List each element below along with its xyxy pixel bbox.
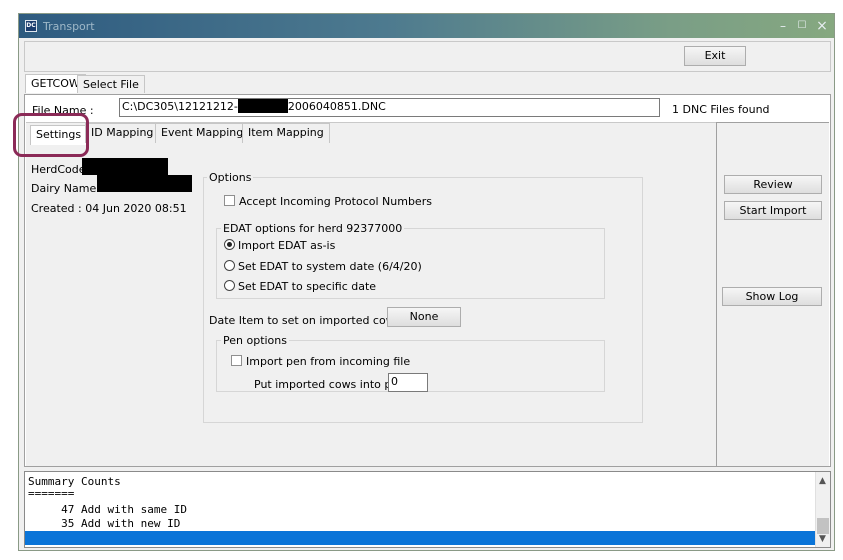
date-item-none-button[interactable]: None [387,307,461,327]
transport-window: DC Transport – ☐ × Exit GETCOW Select Fi… [18,13,835,551]
summary-line: 47 Add with same ID [28,503,187,516]
file-path-prefix: C:\DC305\12121212- [122,100,238,113]
dairy-name-label: Dairy Name : [31,182,104,195]
pen-options-group: Pen options Import pen from incoming fil… [216,334,605,392]
options-legend: Options [207,171,254,184]
pen-number-input[interactable]: 0 [388,373,428,392]
settings-tab-callout [13,113,89,157]
put-into-pen-label: Put imported cows into pen [254,378,406,391]
file-path-suffix: 2006040851.DNC [287,100,386,113]
close-icon[interactable]: × [814,18,830,34]
herdcode-redacted [82,158,168,175]
accept-protocol-label: Accept Incoming Protocol Numbers [239,195,432,208]
files-found-status: 1 DNC Files found [672,103,770,116]
summary-scrollbar[interactable]: ▲ ▼ [815,472,830,547]
minimize-icon[interactable]: – [775,18,791,34]
title-bar[interactable]: DC Transport – ☐ × [19,14,834,38]
edat-system-date-radio[interactable] [224,260,235,271]
created-timestamp: Created : 04 Jun 2020 08:51 [31,202,187,215]
file-name-field[interactable]: C:\DC305\12121212- 2006040851.DNC [119,98,660,117]
edat-legend: EDAT options for herd 92377000 [221,222,405,235]
summary-line: 35 Add with new ID [28,517,181,530]
dairy-name-redacted [97,175,192,192]
scroll-down-icon[interactable]: ▼ [819,534,826,544]
show-log-button[interactable]: Show Log [722,287,822,306]
review-button[interactable]: Review [724,175,822,194]
herdcode-label: HerdCode [31,163,86,176]
tab-event-mapping[interactable]: Event Mapping [155,123,250,143]
settings-area: Settings ID Mapping Event Mapping Item M… [26,122,716,466]
tab-id-mapping[interactable]: ID Mapping [85,123,160,143]
start-import-button[interactable]: Start Import [724,201,822,220]
scroll-thumb[interactable] [817,518,829,534]
edat-as-is-radio[interactable] [224,239,235,250]
exit-button[interactable]: Exit [684,46,746,66]
app-icon: DC [25,20,37,32]
toolbar-panel: Exit [24,41,831,72]
tab-select-file[interactable]: Select File [77,75,145,93]
accept-protocol-checkbox[interactable] [224,195,235,206]
date-item-label: Date Item to set on imported cows [209,314,401,327]
selected-log-row[interactable] [25,531,815,545]
scroll-up-icon[interactable]: ▲ [819,476,826,486]
options-group: Options Accept Incoming Protocol Numbers… [203,171,643,423]
import-pen-checkbox[interactable] [231,355,242,366]
pen-options-legend: Pen options [221,334,289,347]
summary-line: ======= [28,487,75,500]
edat-as-is-label: Import EDAT as-is [238,239,336,252]
maximize-icon[interactable]: ☐ [794,18,810,34]
import-pen-label: Import pen from incoming file [246,355,411,368]
edat-specific-date-label: Set EDAT to specific date [238,280,377,293]
redacted-block [237,99,288,113]
main-panel: File Name : C:\DC305\12121212- 2006040851… [24,94,831,467]
window-title: Transport [43,20,95,33]
edat-specific-date-radio[interactable] [224,280,235,291]
tab-item-mapping[interactable]: Item Mapping [242,123,330,143]
summary-log[interactable]: Summary Counts ======= 47 Add with same … [24,471,831,548]
action-panel: Review Start Import Show Log [716,122,829,466]
edat-group: EDAT options for herd 92377000 Import ED… [216,222,605,299]
edat-system-date-label: Set EDAT to system date (6/4/20) [238,260,422,273]
